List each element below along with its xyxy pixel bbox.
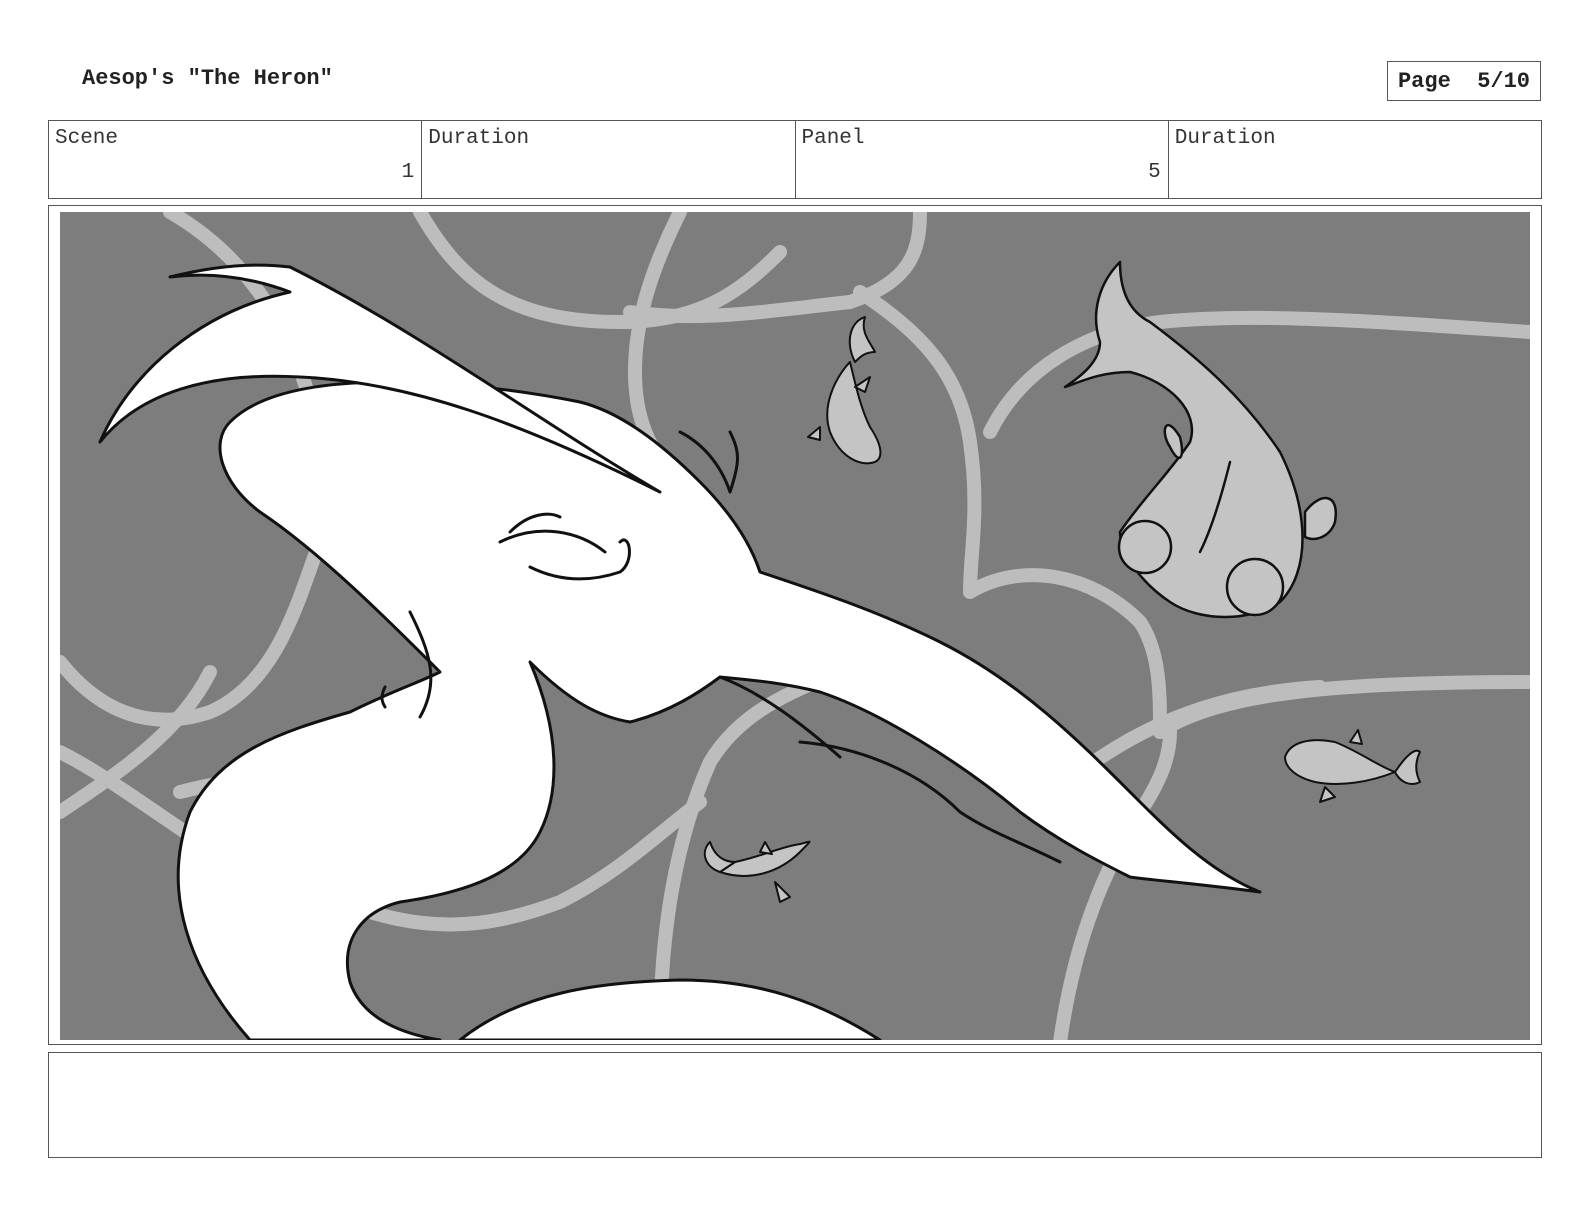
panel-duration-label: Duration [1174, 127, 1276, 150]
panel-number: 5 [1148, 161, 1161, 184]
scene-duration-cell: Duration [422, 121, 796, 198]
panel-duration-cell: Duration [1169, 121, 1541, 198]
panel-cell: Panel 5 [796, 121, 1169, 198]
scene-info-table: Scene 1 Duration Panel 5 Duration [48, 120, 1542, 199]
panel-notes-box [48, 1052, 1542, 1158]
page-indicator: Page 5/10 [1387, 61, 1541, 101]
storyboard-title: Aesop's "The Heron" [82, 66, 333, 91]
scene-number: 1 [401, 161, 415, 184]
scene-label: Scene [55, 127, 119, 150]
panel-label: Panel [801, 127, 865, 150]
scene-duration-label: Duration [428, 127, 530, 150]
scene-cell: Scene 1 [49, 121, 423, 198]
storyboard-drawing [60, 212, 1530, 1040]
